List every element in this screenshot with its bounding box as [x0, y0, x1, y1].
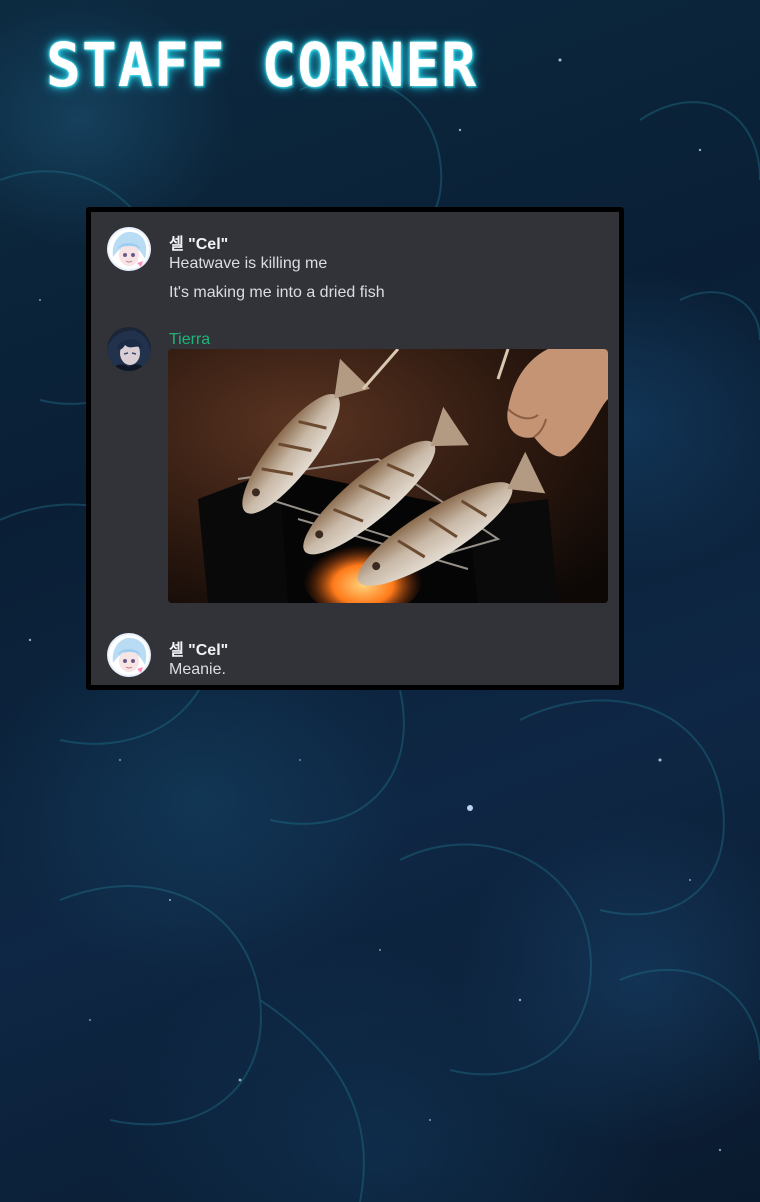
- chat-message: Tierra: [91, 212, 619, 612]
- chat-window: 셀 "Cel" Heatwave is killing me It's maki…: [86, 207, 624, 690]
- dark-haired-avatar-icon[interactable]: [107, 327, 151, 371]
- message-author[interactable]: Tierra: [169, 331, 210, 349]
- chat-message: 셀 "Cel" Meanie.: [91, 612, 619, 685]
- message-text: Meanie.: [169, 661, 226, 678]
- page-title: STAFF CORNER: [46, 29, 478, 101]
- message-author[interactable]: 셀 "Cel": [169, 636, 228, 660]
- anime-girl-avatar-icon[interactable]: [107, 633, 151, 677]
- grilled-fish-photo[interactable]: [168, 349, 608, 603]
